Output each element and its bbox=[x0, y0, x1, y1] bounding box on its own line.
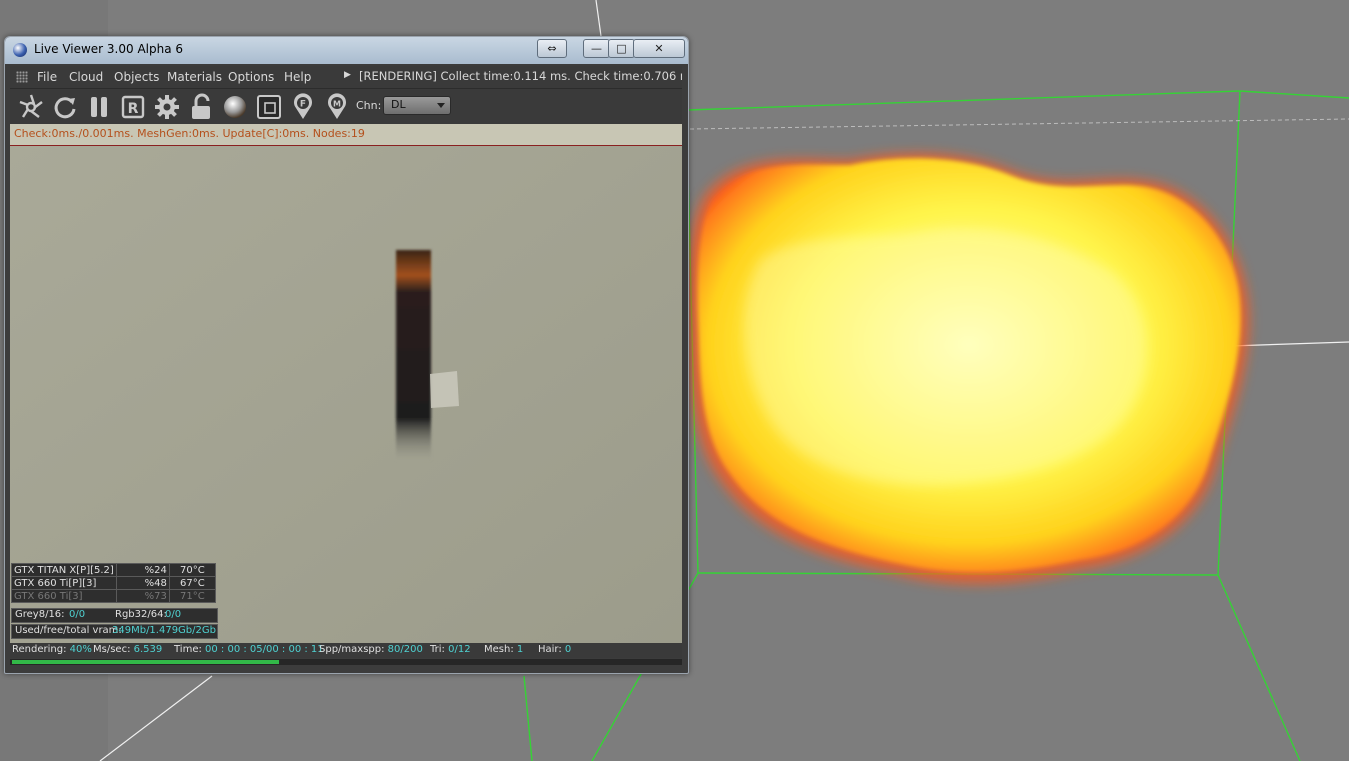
pause-icon[interactable] bbox=[85, 93, 113, 121]
gpu-usage-table: GTX TITAN X[P][5.2] %24 70°C GTX 660 Ti[… bbox=[11, 563, 217, 603]
render-region-icon[interactable] bbox=[255, 93, 283, 121]
mesh-label: Mesh: bbox=[484, 644, 514, 655]
gpu-row-inactive: GTX 660 Ti[3] %73 71°C bbox=[11, 589, 217, 603]
rendering-stat: Rendering: 40% bbox=[12, 644, 92, 655]
menu-file[interactable]: File bbox=[37, 70, 57, 84]
render-status-bar: Rendering: 40% Ms/sec: 6.539 Time: 00 : … bbox=[10, 643, 682, 658]
rgb-label: Rgb32/64: bbox=[115, 609, 167, 620]
hair-stat: Hair: 0 bbox=[538, 644, 571, 655]
render-status-text: [RENDERING] Collect time:0.114 ms. Check… bbox=[359, 69, 682, 83]
render-progress-fill bbox=[12, 660, 280, 664]
spp-stat: Spp/maxspp: 80/200 bbox=[319, 644, 423, 655]
time-stat: Time: 00 : 00 : 05/00 : 00 : 11 bbox=[174, 644, 324, 655]
vram-row: Used/free/total vram: 349Mb/1.479Gb/2Gb bbox=[11, 624, 218, 639]
render-progress-bar bbox=[10, 659, 682, 665]
title-bar[interactable]: Live Viewer 3.00 Alpha 6 ⇔ — □ ✕ bbox=[5, 37, 688, 64]
focus-pin-icon[interactable]: F bbox=[289, 93, 317, 121]
channel-value: DL bbox=[391, 98, 406, 111]
mesh-value: 1 bbox=[516, 644, 524, 655]
menu-materials[interactable]: Materials bbox=[167, 70, 222, 84]
hair-label: Hair: bbox=[538, 644, 562, 655]
render-viewport[interactable]: GTX TITAN X[P][5.2] %24 70°C GTX 660 Ti[… bbox=[10, 146, 682, 643]
tri-stat: Tri: 0/12 bbox=[430, 644, 471, 655]
spp-value: 80/200 bbox=[387, 644, 423, 655]
tri-label: Tri: bbox=[430, 644, 445, 655]
timing-stats-text: Check:0ms./0.001ms. MeshGen:0ms. Update[… bbox=[14, 127, 365, 140]
app-logo-icon bbox=[13, 43, 27, 57]
menu-bar: File Cloud Objects Materials Options Hel… bbox=[10, 66, 682, 88]
menu-options[interactable]: Options bbox=[228, 70, 274, 84]
menu-cloud[interactable]: Cloud bbox=[69, 70, 103, 84]
window-title: Live Viewer 3.00 Alpha 6 bbox=[34, 42, 184, 56]
gpu-load: %24 bbox=[115, 563, 170, 577]
timing-stats-bar: Check:0ms./0.001ms. MeshGen:0ms. Update[… bbox=[10, 124, 682, 146]
resize-button[interactable]: ⇔ bbox=[537, 39, 567, 58]
gpu-temp: 71°C bbox=[168, 589, 217, 603]
texture-memory-row: Grey8/16: 0/0 Rgb32/64: 0/0 bbox=[11, 608, 218, 623]
close-button[interactable]: ✕ bbox=[633, 39, 685, 58]
ms-value: 6.539 bbox=[133, 644, 163, 655]
gpu-temp: 70°C bbox=[168, 563, 217, 577]
material-sphere-icon[interactable] bbox=[221, 93, 249, 121]
minimize-button[interactable]: — bbox=[583, 39, 610, 58]
refresh-icon[interactable] bbox=[51, 93, 79, 121]
svg-text:R: R bbox=[128, 101, 139, 117]
fire-volume bbox=[687, 153, 1250, 585]
time-label: Time: bbox=[174, 644, 202, 655]
svg-text:F: F bbox=[300, 100, 306, 110]
material-pin-icon[interactable]: M bbox=[323, 93, 351, 121]
menu-objects[interactable]: Objects bbox=[114, 70, 159, 84]
aperture-icon[interactable] bbox=[17, 93, 45, 121]
gpu-name: GTX 660 Ti[3] bbox=[11, 589, 117, 603]
gpu-name: GTX TITAN X[P][5.2] bbox=[11, 563, 117, 577]
vram-label: Used/free/total vram: bbox=[15, 625, 122, 636]
grey-value: 0/0 bbox=[69, 609, 86, 620]
time-value: 00 : 00 : 05/00 : 00 : 11 bbox=[205, 644, 324, 655]
settings-gear-icon[interactable] bbox=[153, 93, 181, 121]
tri-value: 0/12 bbox=[448, 644, 471, 655]
gpu-row: GTX TITAN X[P][5.2] %24 70°C bbox=[11, 563, 217, 577]
gpu-load: %48 bbox=[115, 576, 170, 590]
smoke-column bbox=[396, 250, 431, 460]
play-arrow-icon[interactable]: ▶ bbox=[344, 70, 351, 80]
region-render-icon[interactable]: R bbox=[119, 93, 147, 121]
live-viewer-window: Live Viewer 3.00 Alpha 6 ⇔ — □ ✕ File Cl… bbox=[4, 36, 689, 674]
ms-stat: Ms/sec: 6.539 bbox=[93, 644, 162, 655]
lock-icon[interactable] bbox=[187, 93, 215, 121]
vram-value: 349Mb/1.479Gb/2Gb bbox=[112, 625, 216, 636]
rendering-value: 40% bbox=[69, 644, 92, 655]
gpu-temp: 67°C bbox=[168, 576, 217, 590]
toolbar: R F M Chn: DL bbox=[10, 88, 682, 125]
ms-label: Ms/sec: bbox=[93, 644, 131, 655]
gpu-row: GTX 660 Ti[P][3] %48 67°C bbox=[11, 576, 217, 590]
chevron-down-icon bbox=[437, 103, 445, 108]
grip-icon[interactable] bbox=[16, 71, 28, 83]
rgb-value: 0/0 bbox=[165, 609, 182, 620]
emitter-plane bbox=[430, 371, 459, 408]
grey-label: Grey8/16: bbox=[15, 609, 65, 620]
mesh-stat: Mesh: 1 bbox=[484, 644, 523, 655]
channel-label: Chn: bbox=[356, 99, 382, 112]
gpu-name: GTX 660 Ti[P][3] bbox=[11, 576, 117, 590]
menu-help[interactable]: Help bbox=[284, 70, 311, 84]
rendering-label: Rendering: bbox=[12, 644, 67, 655]
spp-label: Spp/maxspp: bbox=[319, 644, 385, 655]
gpu-load: %73 bbox=[115, 589, 170, 603]
svg-text:M: M bbox=[333, 100, 341, 109]
channel-dropdown[interactable]: DL bbox=[383, 96, 451, 115]
maximize-button[interactable]: □ bbox=[608, 39, 635, 58]
hair-value: 0 bbox=[564, 644, 572, 655]
